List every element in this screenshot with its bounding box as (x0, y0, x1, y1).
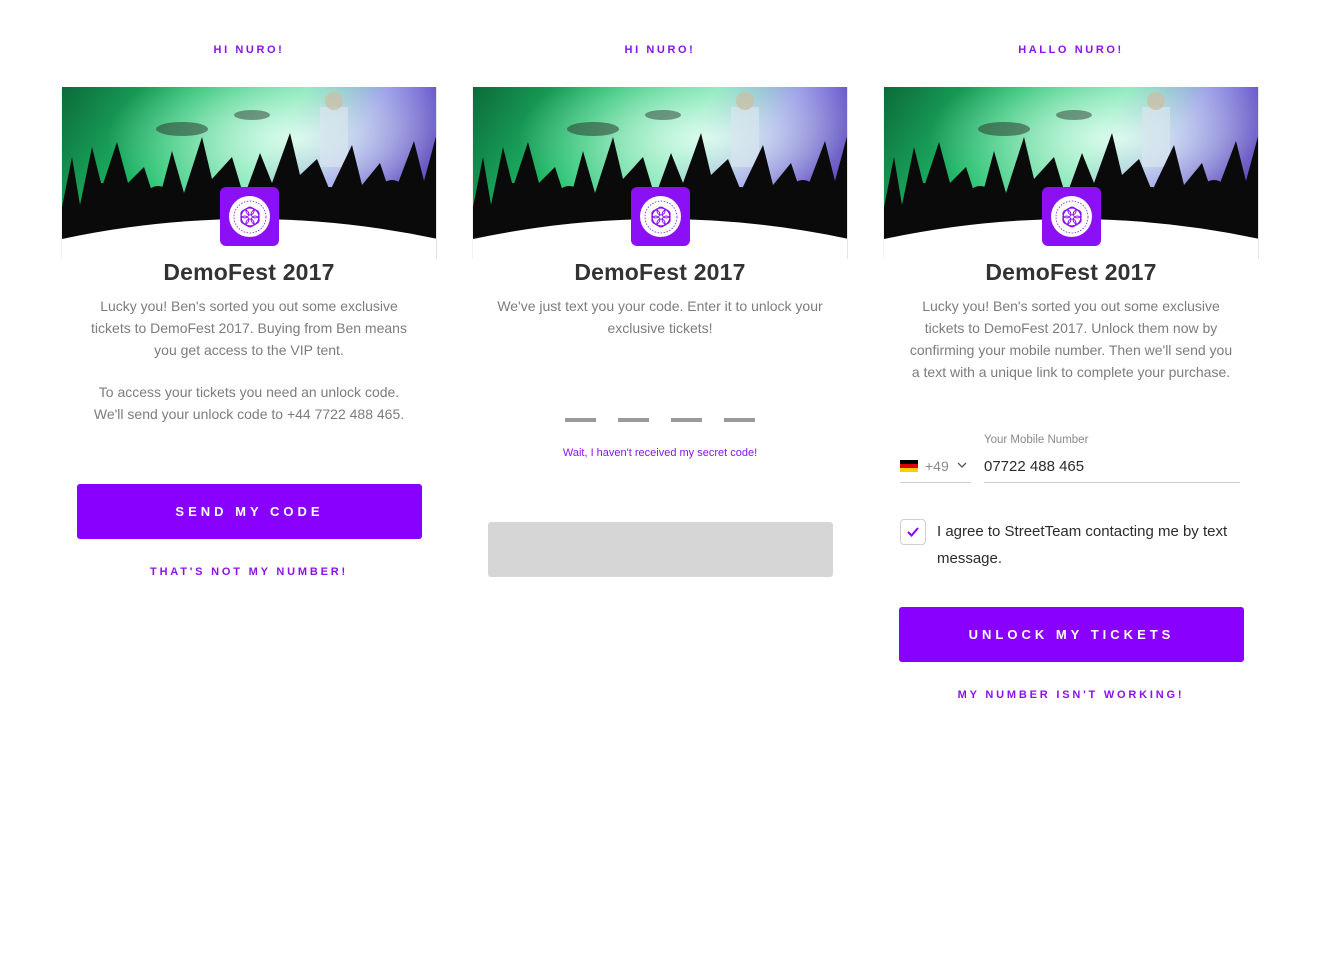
phone-field-label: Your Mobile Number (984, 434, 1089, 446)
code-digit-4[interactable] (724, 418, 755, 422)
greeting: HI NURO! (213, 44, 285, 56)
event-title: DemoFest 2017 (163, 259, 335, 285)
festival-logo-icon (1042, 187, 1101, 246)
send-code-panel: HI NURO! DemoFest 2017 Lucky you! Ben's … (61, 0, 437, 978)
checkmark-icon (907, 527, 919, 537)
country-code-value: +49 (925, 458, 949, 474)
phone-number-input[interactable]: 07722 488 465 (984, 450, 1240, 483)
code-input[interactable] (565, 418, 755, 422)
confirm-number-panel: HALLO NURO! DemoFest 2017 Lucky you! Ben… (883, 0, 1259, 978)
enter-code-panel: HI NURO! DemoFest 2017 We've just text y… (472, 0, 848, 978)
code-sent-text: We've just text you your code. Enter it … (497, 298, 823, 336)
greeting: HALLO NURO! (1018, 44, 1124, 56)
unlock-info-text: To access your tickets you need an unloc… (93, 384, 405, 422)
code-digit-1[interactable] (565, 418, 596, 422)
festival-logo-icon (220, 187, 279, 246)
chevron-down-icon (957, 460, 967, 472)
code-not-received-link[interactable]: Wait, I haven't received my secret code! (472, 447, 848, 459)
not-my-number-link[interactable]: THAT'S NOT MY NUMBER! (61, 566, 437, 578)
send-my-code-button[interactable]: SEND MY CODE (77, 484, 422, 539)
intro-text: Lucky you! Ben's sorted you out some exc… (909, 298, 1233, 380)
country-code-select[interactable]: +49 (900, 450, 971, 483)
submit-code-button[interactable] (488, 522, 833, 577)
consent-checkbox[interactable] (900, 519, 926, 545)
code-digit-2[interactable] (618, 418, 649, 422)
consent-label: I agree to StreetTeam contacting me by t… (937, 523, 1228, 567)
event-title: DemoFest 2017 (574, 259, 746, 285)
event-title: DemoFest 2017 (985, 259, 1157, 285)
intro-text: Lucky you! Ben's sorted you out some exc… (91, 298, 407, 358)
number-not-working-link[interactable]: MY NUMBER ISN'T WORKING! (883, 689, 1259, 701)
germany-flag-icon (900, 460, 918, 472)
festival-logo-icon (631, 187, 690, 246)
greeting: HI NURO! (624, 44, 696, 56)
code-digit-3[interactable] (671, 418, 702, 422)
unlock-my-tickets-button[interactable]: UNLOCK MY TICKETS (899, 607, 1244, 662)
